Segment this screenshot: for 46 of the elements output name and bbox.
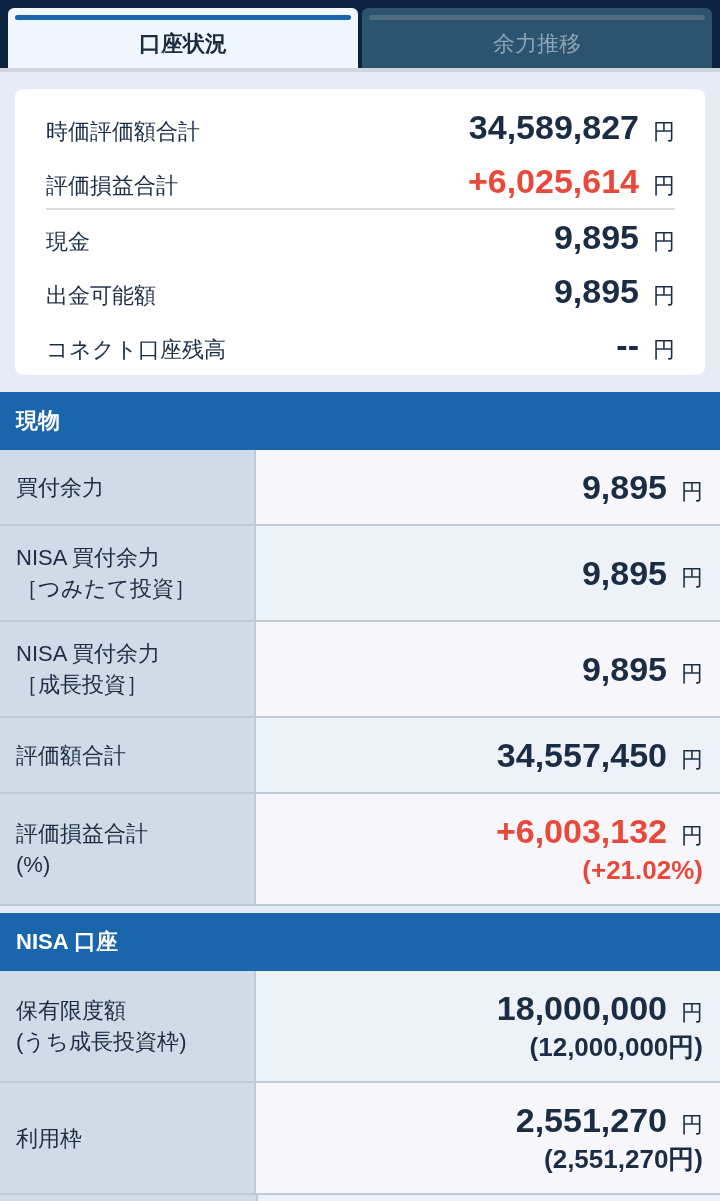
summary-label: 出金可能額	[46, 282, 157, 310]
tab[interactable]: 口座状況	[8, 8, 358, 68]
row-label: 評価額合計	[16, 741, 126, 770]
currency-unit: 円	[653, 282, 675, 310]
amount-value: --	[616, 325, 639, 366]
summary-label: 評価損益合計	[46, 172, 179, 200]
currency-unit: 円	[681, 663, 703, 685]
amount-value: 2,551,270	[515, 1100, 667, 1141]
amount-value: 34,557,450	[496, 735, 667, 776]
row-sublabel: (うち成長投資枠)	[16, 1028, 187, 1056]
summary-label: 現金	[46, 228, 91, 256]
amount-detail: (2,551,270円)	[544, 1143, 703, 1176]
amount-value: 18,000,000	[496, 988, 667, 1029]
currency-unit: 円	[681, 825, 703, 847]
amount-value: 9,895	[553, 271, 639, 312]
row-sublabel: ［つみたて投資］	[16, 575, 196, 603]
amount-detail: (12,000,000円)	[529, 1031, 703, 1064]
row-label: NISA 買付余力	[16, 640, 161, 668]
row-label: 利用枠	[16, 1124, 82, 1153]
amount-value: 9,895	[581, 467, 667, 508]
summary-label: コネクト口座残高	[46, 336, 227, 364]
row-label: NISA 買付余力	[16, 544, 161, 572]
row-sublabel: (%)	[16, 851, 51, 879]
amount-value: +6,003,132	[495, 811, 667, 852]
row-sublabel: ［成長投資］	[16, 671, 148, 699]
amount-value: 9,895	[581, 553, 667, 594]
currency-unit: 円	[653, 228, 675, 256]
row-label: 保有限度額	[16, 997, 126, 1025]
currency-unit: 円	[681, 1002, 703, 1024]
amount-value: 9,895	[553, 217, 639, 258]
amount-value: 9,895	[581, 649, 667, 690]
currency-unit: 円	[681, 567, 703, 589]
currency-unit: 円	[681, 1114, 703, 1136]
row-label: 評価損益合計	[16, 820, 148, 848]
currency-unit: 円	[653, 118, 675, 146]
row-label: 買付余力	[16, 473, 104, 502]
amount-detail: (+21.02%)	[582, 854, 703, 887]
currency-unit: 円	[681, 481, 703, 503]
currency-unit: 円	[653, 172, 675, 200]
amount-value: 34,589,827	[468, 107, 639, 148]
amount-value: +6,025,614	[467, 161, 639, 202]
section-header: NISA 口座	[0, 913, 720, 971]
section-header: 現物	[0, 392, 720, 450]
currency-unit: 円	[681, 749, 703, 771]
summary-label: 時価評価額合計	[46, 118, 201, 146]
currency-unit: 円	[653, 336, 675, 364]
